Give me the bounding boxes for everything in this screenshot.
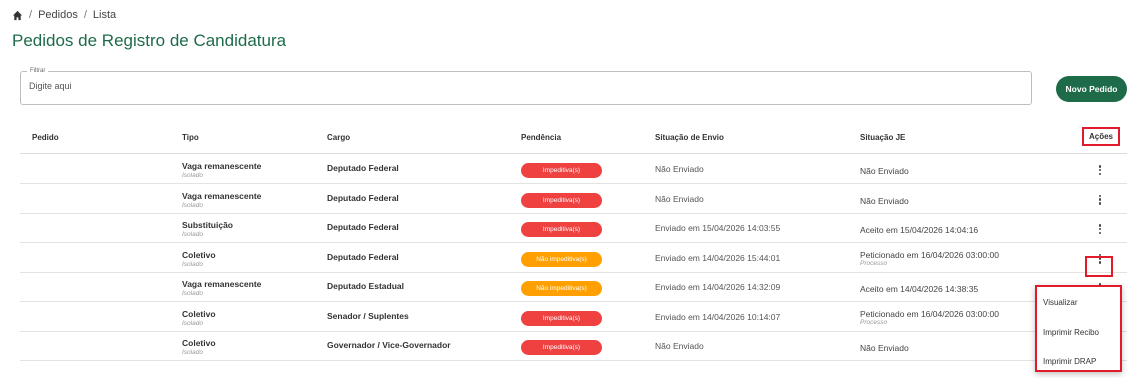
filter-field[interactable]: Filtrar <box>20 66 1032 105</box>
new-order-button[interactable]: Novo Pedido <box>1056 76 1127 102</box>
header-tipo: Tipo <box>182 133 199 142</box>
cell-situacao-envio: Enviado em 15/04/2026 14:03:55 <box>655 223 781 233</box>
cell-tipo: Coletivo <box>182 338 216 348</box>
filter-input[interactable] <box>29 81 1009 91</box>
breadcrumb-item-lista: Lista <box>92 9 117 21</box>
cell-tipo: Vaga remanescente <box>182 279 262 289</box>
header-pedido: Pedido <box>32 133 59 142</box>
cell-situacao-je: Peticionado em 16/04/2026 03:00:00 <box>860 249 999 260</box>
cell-tipo-sub: Isolado <box>182 172 203 179</box>
table-header: Pedido Tipo Cargo Pendência Situação de … <box>20 124 1127 154</box>
pendencia-badge: Não impeditiva(s) <box>521 281 602 296</box>
table-row[interactable]: Coletivo Isolado Governador / Vice-Governa… <box>20 332 1127 361</box>
pendencia-badge: Não impeditiva(s) <box>521 251 602 267</box>
cell-tipo: Vaga remanescente <box>182 161 262 171</box>
cell-situacao-je: Aceito em 14/04/2026 14:38:35 <box>860 284 979 294</box>
menu-item-imprimir-recibo[interactable]: Imprimir Recibo <box>1043 328 1099 337</box>
header-pendencia: Pendência <box>521 133 562 142</box>
cell-situacao-je: Aceito em 15/04/2026 14:04:16 <box>860 225 979 235</box>
cell-tipo: Substituição <box>182 220 234 230</box>
cell-tipo: Coletivo <box>182 308 216 319</box>
active-kebab-highlight <box>1085 256 1113 277</box>
cell-cargo: Deputado Federal <box>327 192 399 203</box>
cell-tipo: Vaga remanescente <box>182 190 262 201</box>
page-title: Pedidos de Registro de Candidatura <box>12 31 287 50</box>
table-row[interactable]: Substituição Isolado Deputado Federal Imped… <box>20 214 1127 243</box>
kebab-menu-icon[interactable] <box>1094 193 1106 207</box>
kebab-menu-icon[interactable] <box>1094 222 1106 236</box>
home-icon[interactable] <box>12 10 23 21</box>
pendencia-badge: Impeditiva(s) <box>521 222 602 237</box>
table-row[interactable]: Vaga remanescente Isolado Deputado Federal… <box>20 185 1127 214</box>
cell-situacao-envio: Não Enviado <box>655 341 704 351</box>
cell-tipo-sub: Isolado <box>182 231 203 238</box>
cell-situacao-envio: Enviado em 14/04/2026 14:32:09 <box>655 282 781 292</box>
cell-cargo: Governador / Vice-Governador <box>327 340 451 350</box>
cell-tipo-sub: Isolado <box>182 201 203 209</box>
menu-item-imprimir-drap[interactable]: Imprimir DRAP <box>1043 357 1096 366</box>
header-acoes-highlight: Ações <box>1082 127 1120 146</box>
cell-cargo: Deputado Federal <box>327 163 399 173</box>
breadcrumb-item-pedidos[interactable]: Pedidos <box>38 9 78 21</box>
breadcrumb-separator: / <box>83 9 87 21</box>
cell-tipo-sub: Isolado <box>182 290 203 297</box>
table-row[interactable]: Vaga remanescente Isolado Deputado Estadua… <box>20 273 1127 302</box>
header-situacao-envio: Situação de Envio <box>655 133 724 142</box>
cell-cargo: Senador / Suplentes <box>327 310 409 321</box>
pendencia-badge: Impeditiva(s) <box>521 192 602 208</box>
pendencia-badge: Impeditiva(s) <box>521 310 602 326</box>
cell-situacao-je-sub: Processo <box>860 318 888 326</box>
table-row[interactable]: Coletivo Isolado Deputado Federal Não imped… <box>20 244 1127 273</box>
cell-situacao-envio: Enviado em 14/04/2026 15:44:01 <box>655 252 781 263</box>
header-situacao-je: Situação JE <box>860 133 906 142</box>
cell-cargo: Deputado Estadual <box>327 281 404 291</box>
table-row[interactable]: Coletivo Isolado Senador / Suplentes Impedi… <box>20 303 1127 332</box>
kebab-menu-icon[interactable] <box>1094 163 1106 177</box>
cell-tipo-sub: Isolado <box>182 319 203 327</box>
cell-situacao-envio: Não Enviado <box>655 193 704 204</box>
pendencia-badge: Impeditiva(s) <box>521 163 602 178</box>
cell-situacao-je: Peticionado em 16/04/2026 03:00:00 <box>860 308 999 319</box>
cell-situacao-je-sub: Processo <box>860 259 888 267</box>
cell-situacao-je: Não Enviado <box>860 343 909 353</box>
header-cargo: Cargo <box>327 133 351 142</box>
table-row[interactable]: Vaga remanescente Isolado Deputado Federal… <box>20 155 1127 184</box>
breadcrumb-separator: / <box>29 9 33 21</box>
cell-situacao-envio: Não Enviado <box>655 164 704 174</box>
cell-tipo: Coletivo <box>182 249 216 260</box>
cell-situacao-je: Não Enviado <box>860 166 909 176</box>
row-actions-menu: Visualizar Imprimir Recibo Imprimir DRAP <box>1035 285 1122 372</box>
cell-situacao-je: Não Enviado <box>860 195 909 206</box>
menu-item-visualizar[interactable]: Visualizar <box>1043 298 1078 307</box>
filter-legend: Filtrar <box>27 66 49 76</box>
pendencia-badge: Impeditiva(s) <box>521 340 602 355</box>
cell-cargo: Deputado Federal <box>327 251 399 262</box>
cell-cargo: Deputado Federal <box>327 222 399 232</box>
cell-tipo-sub: Isolado <box>182 349 203 356</box>
cell-situacao-envio: Enviado em 14/04/2026 10:14:07 <box>655 311 781 322</box>
header-acoes: Ações <box>1088 132 1113 141</box>
breadcrumb: / Pedidos / Lista <box>12 9 116 21</box>
cell-tipo-sub: Isolado <box>182 260 203 268</box>
